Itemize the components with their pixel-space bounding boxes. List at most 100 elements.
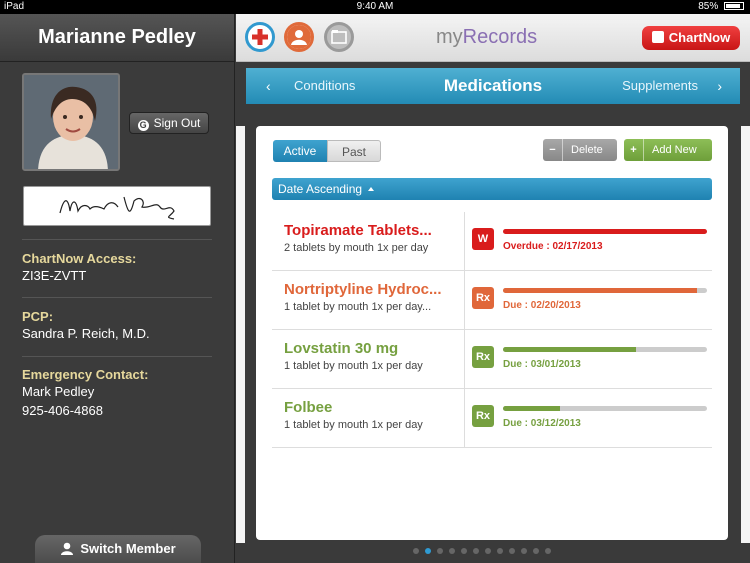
refill-progress-bar bbox=[503, 347, 707, 352]
row-divider bbox=[464, 389, 465, 447]
filter-past[interactable]: Past bbox=[327, 140, 381, 162]
pcp-section: PCP: Sandra P. Reich, M.D. bbox=[22, 309, 212, 343]
delete-button[interactable]: − Delete bbox=[543, 139, 617, 161]
medication-name: Lovstatin 30 mg bbox=[284, 340, 399, 357]
sort-bar[interactable]: Date Ascending bbox=[272, 178, 712, 200]
emergency-contact-section: Emergency Contact: Mark Pedley 925-406-4… bbox=[22, 367, 212, 420]
person-icon bbox=[61, 542, 74, 555]
folder-icon bbox=[331, 30, 347, 44]
divider bbox=[22, 239, 212, 240]
page-dot[interactable] bbox=[461, 548, 467, 554]
avatar-photo-icon bbox=[24, 75, 118, 169]
refill-progress-fill bbox=[503, 347, 636, 352]
medication-row[interactable]: Nortriptyline Hydroc... 1 tablet by mouth… bbox=[272, 271, 712, 330]
pharmacy-badge-icon: Rx bbox=[472, 405, 494, 427]
documents-button[interactable] bbox=[324, 22, 354, 52]
page-dot[interactable] bbox=[437, 548, 443, 554]
chartnow-button[interactable]: ChartNow bbox=[642, 26, 740, 50]
refill-due-date: Overdue : 02/17/2013 bbox=[503, 241, 603, 252]
next-card-edge bbox=[741, 126, 750, 543]
divider bbox=[22, 297, 212, 298]
signature-icon bbox=[59, 196, 175, 220]
row-divider bbox=[464, 212, 465, 270]
filter-active[interactable]: Active bbox=[273, 140, 327, 162]
medication-dose: 1 tablet by mouth 1x per day bbox=[284, 419, 423, 431]
pharmacy-badge-icon: Rx bbox=[472, 287, 494, 309]
brand-prefix: my bbox=[436, 26, 463, 48]
brand-suffix: Records bbox=[462, 26, 538, 48]
row-divider bbox=[464, 330, 465, 388]
sign-out-button[interactable]: G Sign Out bbox=[129, 112, 209, 134]
main-panel: myRecords ChartNow ‹ Conditions Medicati… bbox=[236, 14, 750, 563]
page-dot[interactable] bbox=[425, 548, 431, 554]
battery-icon bbox=[724, 2, 744, 11]
refill-due-date: Due : 03/12/2013 bbox=[503, 418, 581, 429]
sign-out-label: Sign Out bbox=[153, 116, 201, 130]
status-bar: iPad 9:40 AM 85% bbox=[0, 0, 750, 14]
page-dot[interactable] bbox=[533, 548, 539, 554]
category-tabbar: ‹ Conditions Medications Supplements › bbox=[246, 68, 740, 104]
chartnow-access-section: ChartNow Access: ZI3E-ZVTT bbox=[22, 251, 212, 285]
divider bbox=[22, 356, 212, 357]
refill-progress-fill bbox=[503, 288, 697, 293]
member-name: Marianne Pedley bbox=[0, 14, 234, 62]
top-toolbar: myRecords ChartNow bbox=[236, 14, 750, 62]
page-dot[interactable] bbox=[545, 548, 551, 554]
pcp-name: Sandra P. Reich, M.D. bbox=[22, 326, 150, 341]
medications-card: Active Past − Delete + Add New Date Ascend… bbox=[256, 126, 728, 540]
medication-dose: 1 tablet by mouth 1x per day bbox=[284, 360, 423, 372]
page-dot[interactable] bbox=[485, 548, 491, 554]
page-dot[interactable] bbox=[509, 548, 515, 554]
refill-progress-fill bbox=[503, 229, 707, 234]
switch-member-label: Switch Member bbox=[80, 541, 176, 556]
app-brand: myRecords bbox=[436, 26, 537, 49]
page-dot[interactable] bbox=[473, 548, 479, 554]
medication-row[interactable]: Topiramate Tablets... 2 tablets by mouth … bbox=[272, 212, 712, 271]
plus-icon: + bbox=[624, 139, 644, 161]
medication-dose: 2 tablets by mouth 1x per day bbox=[284, 242, 429, 254]
plus-circle-icon bbox=[252, 29, 268, 45]
add-new-label: Add New bbox=[652, 144, 697, 156]
member-sidebar: Marianne Pedley G Sign Out ChartNow Acces… bbox=[0, 14, 235, 563]
battery-percent: 85% bbox=[698, 1, 719, 12]
tab-supplements[interactable]: Supplements bbox=[622, 68, 698, 104]
medication-name: Nortriptyline Hydroc... bbox=[284, 281, 442, 298]
sort-label: Date Ascending bbox=[278, 182, 363, 196]
pharmacy-badge-icon: W bbox=[472, 228, 494, 250]
chartnow-label: ChartNow bbox=[668, 30, 731, 45]
refill-progress-bar bbox=[503, 229, 707, 234]
delete-label: Delete bbox=[571, 144, 603, 156]
medication-row[interactable]: Folbee 1 tablet by mouth 1x per day Rx Due … bbox=[272, 389, 712, 448]
emergency-contact-name: Mark Pedley bbox=[22, 384, 95, 399]
page-dot[interactable] bbox=[449, 548, 455, 554]
medication-row[interactable]: Lovstatin 30 mg 1 tablet by mouth 1x per … bbox=[272, 330, 712, 389]
switch-member-button[interactable]: Switch Member bbox=[35, 535, 201, 563]
caret-up-icon bbox=[368, 187, 375, 191]
clock: 9:40 AM bbox=[356, 1, 394, 12]
add-record-button[interactable] bbox=[245, 22, 275, 52]
page-dot[interactable] bbox=[521, 548, 527, 554]
chartnow-access-code: ZI3E-ZVTT bbox=[22, 268, 87, 283]
page-dot[interactable] bbox=[413, 548, 419, 554]
emergency-contact-phone: 925-406-4868 bbox=[22, 403, 103, 418]
page-dot[interactable] bbox=[497, 548, 503, 554]
row-divider bbox=[464, 271, 465, 329]
pcp-label: PCP: bbox=[22, 309, 54, 324]
medication-name: Folbee bbox=[284, 399, 333, 416]
signature-image bbox=[23, 186, 211, 226]
user-circle-icon bbox=[287, 25, 311, 49]
medication-name: Topiramate Tablets... bbox=[284, 222, 432, 239]
chartnow-access-label: ChartNow Access: bbox=[22, 251, 137, 266]
add-new-button[interactable]: + Add New bbox=[624, 139, 712, 161]
battery-status: 85% bbox=[698, 0, 744, 14]
sign-out-icon: G bbox=[137, 120, 149, 131]
chevron-right-icon[interactable]: › bbox=[717, 68, 722, 104]
refill-progress-bar bbox=[503, 288, 707, 293]
refill-progress-bar bbox=[503, 406, 707, 411]
minus-icon: − bbox=[543, 139, 563, 161]
prev-card-edge bbox=[236, 126, 245, 543]
refill-due-date: Due : 02/20/2013 bbox=[503, 300, 581, 311]
profile-button[interactable] bbox=[284, 22, 314, 52]
page-indicator bbox=[413, 548, 551, 554]
chartnow-icon bbox=[651, 31, 664, 43]
